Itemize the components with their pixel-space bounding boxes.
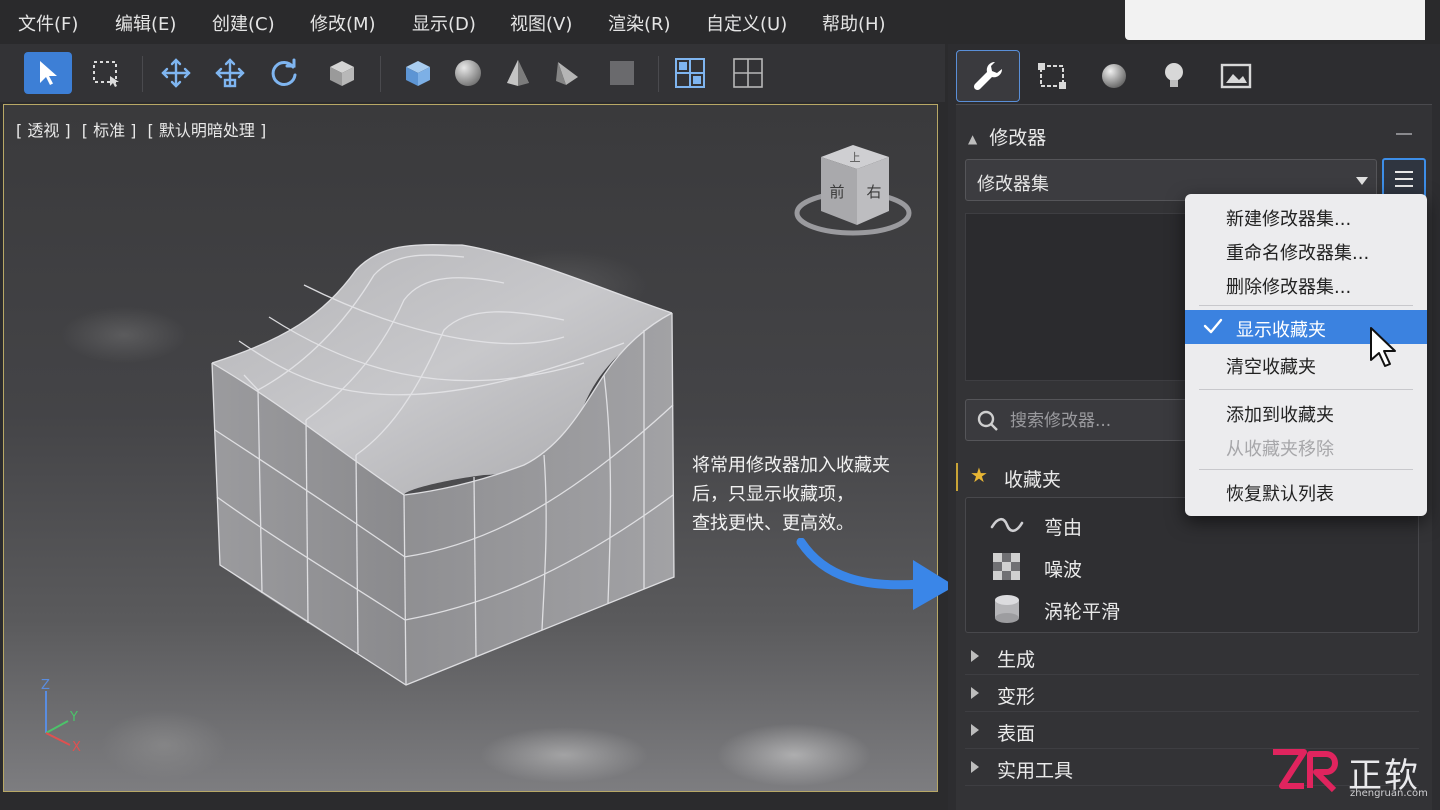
checkmark-icon — [1203, 318, 1223, 334]
hierarchy-icon — [1038, 63, 1066, 89]
wedge-primitive-icon[interactable] — [544, 52, 592, 94]
toolbar-separator — [658, 56, 659, 92]
category-label: 生成 — [997, 649, 1036, 671]
sphere-material-icon — [1102, 64, 1126, 88]
favorite-item-label: 弯由 — [1044, 517, 1083, 539]
toolbar-separator — [380, 56, 381, 92]
chevron-down-icon — [1356, 177, 1368, 185]
hamburger-icon — [1395, 171, 1413, 173]
expand-triangle-icon — [971, 761, 979, 773]
move-icon[interactable] — [152, 52, 200, 94]
category-label: 变形 — [997, 686, 1036, 708]
menu-item-restore-default[interactable]: 恢复默认列表 — [1185, 474, 1427, 508]
tip-line-1: 将常用修改器加入收藏夹 — [692, 455, 890, 476]
rotate-icon[interactable] — [260, 52, 308, 94]
light-tab[interactable] — [1142, 50, 1206, 102]
menu-item-add-to-favorites[interactable]: 添加到收藏夹 — [1185, 395, 1427, 429]
menu-separator — [1199, 469, 1413, 470]
menu-item-rename-set[interactable]: 重命名修改器集... — [1185, 233, 1427, 267]
menu-view[interactable]: 视图(V) — [510, 10, 572, 36]
axis-y-label: Y — [69, 710, 78, 725]
modifier-set-value: 修改器集 — [977, 174, 1049, 195]
category-label: 实用工具 — [997, 760, 1074, 782]
menu-customize[interactable]: 自定义(U) — [706, 10, 787, 36]
image-display-icon — [1220, 63, 1252, 89]
minimize-rollout-button[interactable] — [1396, 133, 1412, 135]
category-deform[interactable]: 变形 — [965, 676, 1419, 712]
axis-z-label: Z — [41, 678, 50, 693]
menu-separator — [1199, 305, 1413, 306]
collapse-triangle-icon: ▲ — [968, 131, 978, 146]
cylinder-icon — [990, 594, 1024, 624]
box-primitive-icon[interactable] — [394, 52, 442, 94]
modify-tab[interactable] — [956, 50, 1020, 102]
modifier-rollout-header[interactable]: ▲ 修改器 — [968, 123, 1046, 150]
checker-noise-icon — [990, 552, 1024, 582]
star-icon: ★ — [970, 463, 988, 487]
perspective-viewport[interactable]: [ 透视 ] [ 标准 ] [ 默认明暗处理 ] 上 前 右 Z Y X 将常用… — [3, 104, 938, 792]
title-strip — [1125, 0, 1425, 40]
category-generate[interactable]: 生成 — [965, 639, 1419, 675]
pointer-arrow-icon — [796, 538, 955, 610]
brand-url: zhengruan.com — [1350, 788, 1428, 799]
snap-grid-icon[interactable] — [724, 52, 772, 94]
plane-primitive-icon[interactable] — [598, 52, 646, 94]
tip-annotation: 将常用修改器加入收藏夹 后，只显示收藏项， 查找更快、更高效。 — [692, 451, 932, 538]
favorite-item-label: 噪波 — [1044, 559, 1083, 581]
region-select-icon[interactable] — [82, 52, 130, 94]
search-input[interactable] — [1010, 408, 1200, 434]
expand-triangle-icon — [971, 687, 979, 699]
menu-file[interactable]: 文件(F) — [18, 10, 78, 36]
menu-modify[interactable]: 修改(M) — [310, 10, 376, 36]
favorite-item-noise[interactable]: 噪波 — [966, 546, 1406, 586]
wave-icon — [990, 510, 1024, 540]
brand-watermark: 正软 zhengruan.com — [1270, 746, 1432, 802]
favorites-accent-bar — [956, 463, 958, 491]
menu-create[interactable]: 创建(C) — [212, 10, 275, 36]
cone-primitive-icon[interactable] — [494, 52, 542, 94]
axis-x-label: X — [72, 740, 81, 755]
modifier-stack-list[interactable] — [965, 213, 1205, 381]
axis-tripod: Z Y X — [41, 678, 81, 755]
menu-help[interactable]: 帮助(H) — [822, 10, 886, 36]
menu-item-new-set[interactable]: 新建修改器集... — [1185, 199, 1427, 233]
main-toolbar — [0, 44, 945, 102]
mouse-cursor-icon — [1370, 327, 1396, 367]
tip-line-3: 查找更快、更高效。 — [692, 513, 854, 534]
favorite-item-turbosmooth[interactable]: 涡轮平滑 — [966, 588, 1406, 628]
select-arrow-icon[interactable] — [24, 52, 72, 94]
hierarchy-tab[interactable] — [1020, 50, 1084, 102]
expand-triangle-icon — [971, 724, 979, 736]
zr-logo-icon — [1273, 749, 1338, 793]
deformed-box-mesh[interactable] — [4, 105, 938, 792]
favorites-title: 收藏夹 — [1004, 469, 1062, 491]
menu-separator — [1199, 389, 1413, 390]
quad-grid-icon[interactable] — [666, 52, 714, 94]
modifier-header-label: 修改器 — [989, 127, 1047, 149]
category-surface[interactable]: 表面 — [965, 713, 1419, 749]
menu-display[interactable]: 显示(D) — [412, 10, 476, 36]
sphere-primitive-icon[interactable] — [444, 52, 492, 94]
toolbar-separator — [142, 56, 143, 92]
material-tab[interactable] — [1082, 50, 1146, 102]
search-icon — [977, 410, 998, 431]
modifier-search[interactable] — [965, 399, 1205, 441]
display-tab[interactable] — [1204, 50, 1268, 102]
light-bulb-icon — [1165, 63, 1183, 87]
wrench-icon — [973, 61, 1003, 91]
menu-item-remove-from-favorites: 从收藏夹移除 — [1226, 439, 1334, 460]
menu-edit[interactable]: 编辑(E) — [115, 10, 176, 36]
menu-item-delete-set[interactable]: 删除修改器集... — [1185, 267, 1427, 301]
expand-triangle-icon — [971, 650, 979, 662]
menu-bar: 文件(F) 编辑(E) 创建(C) 修改(M) 显示(D) 视图(V) 渲染(R… — [0, 0, 1440, 44]
tip-line-2: 后，只显示收藏项， — [692, 484, 854, 505]
menu-render[interactable]: 渲染(R) — [608, 10, 671, 36]
favorites-list: 弯由 噪波 涡轮平滑 — [965, 497, 1419, 633]
scale-box-icon[interactable] — [318, 52, 366, 94]
move-pivot-icon[interactable] — [206, 52, 254, 94]
favorite-item-label: 涡轮平滑 — [1044, 601, 1121, 623]
category-label: 表面 — [997, 723, 1036, 745]
